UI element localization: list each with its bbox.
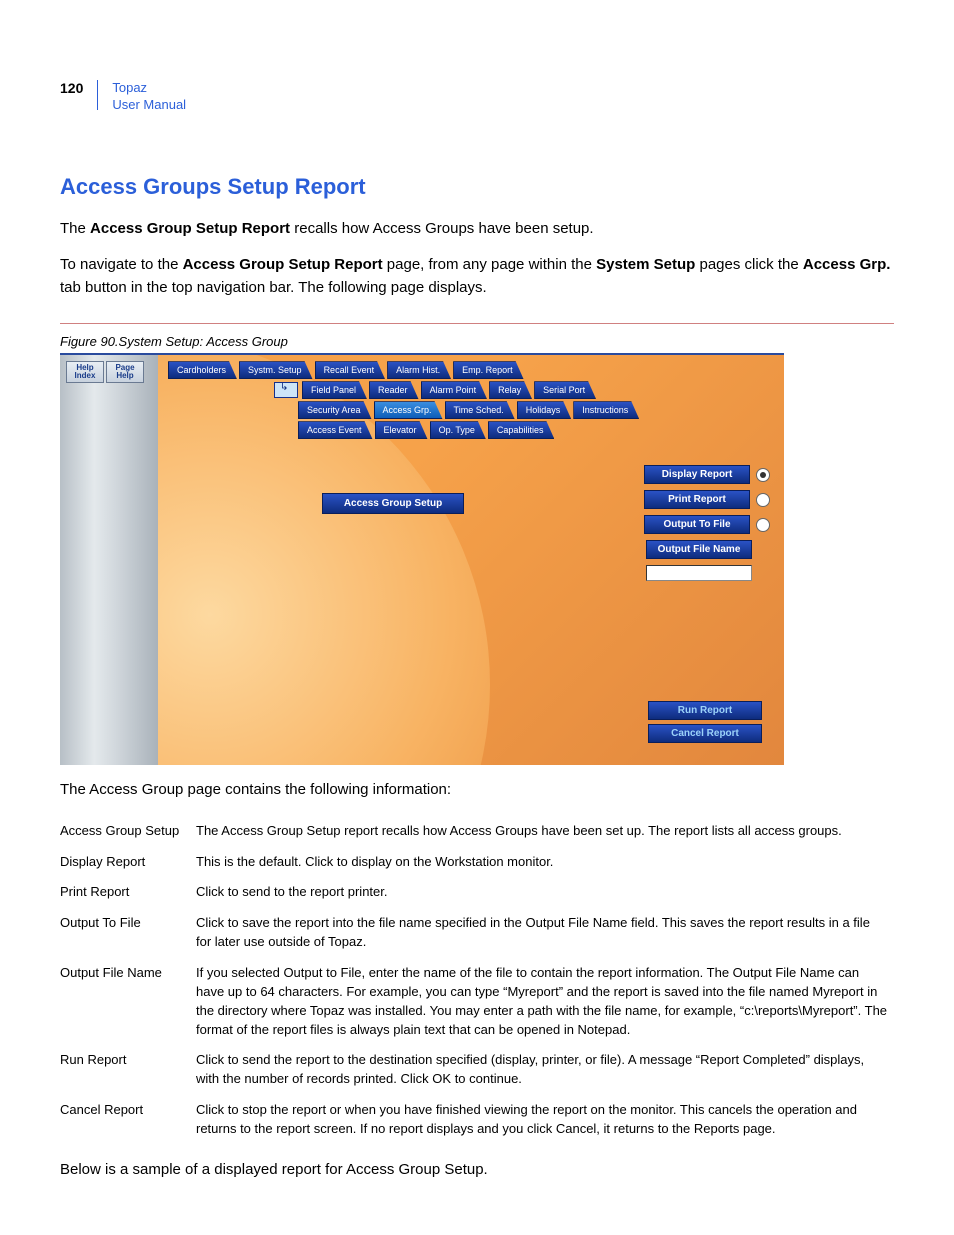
table-row: Output File Name If you selected Output … <box>60 958 894 1045</box>
output-file-name-input[interactable] <box>646 565 752 581</box>
tab-time-sched[interactable]: Time Sched. <box>445 401 515 419</box>
tab-serial-port[interactable]: Serial Port <box>534 381 596 399</box>
nav-row-4: Access Event Elevator Op. Type Capabilit… <box>298 421 641 439</box>
cancel-report-button[interactable]: Cancel Report <box>648 724 762 743</box>
doc-title-line2: User Manual <box>112 97 186 112</box>
table-row: Access Group Setup The Access Group Setu… <box>60 816 894 847</box>
table-row: Cancel Report Click to stop the report o… <box>60 1095 894 1145</box>
def-desc: This is the default. Click to display on… <box>196 847 894 878</box>
def-term: Output To File <box>60 908 196 958</box>
figure-divider <box>60 323 894 324</box>
output-to-file-radio[interactable] <box>756 518 770 532</box>
output-file-name-row: Output File Name <box>638 540 770 559</box>
help-index-button[interactable]: Help Index <box>66 361 104 383</box>
tab-emp-report[interactable]: Emp. Report <box>453 361 524 379</box>
tab-alarm-hist[interactable]: Alarm Hist. <box>387 361 451 379</box>
table-row: Print Report Click to send to the report… <box>60 877 894 908</box>
closing-text: Below is a sample of a displayed report … <box>60 1159 894 1182</box>
action-buttons: Run Report Cancel Report <box>648 701 760 747</box>
display-report-row: Display Report <box>638 465 770 484</box>
tab-relay[interactable]: Relay <box>489 381 532 399</box>
table-row: Display Report This is the default. Clic… <box>60 847 894 878</box>
def-term: Cancel Report <box>60 1095 196 1145</box>
report-options-panel: Display Report Print Report Output To Fi… <box>638 465 770 581</box>
tab-security-area[interactable]: Security Area <box>298 401 372 419</box>
def-term: Display Report <box>60 847 196 878</box>
print-report-row: Print Report <box>638 490 770 509</box>
header-divider <box>97 80 98 110</box>
tab-op-type[interactable]: Op. Type <box>430 421 486 439</box>
def-desc: Click to send to the report printer. <box>196 877 894 908</box>
def-desc: Click to stop the report or when you hav… <box>196 1095 894 1145</box>
output-file-name-label: Output File Name <box>646 540 752 559</box>
def-term: Print Report <box>60 877 196 908</box>
nav-row-1: Cardholders Systm. Setup Recall Event Al… <box>168 361 641 379</box>
doc-title: Topaz User Manual <box>112 80 186 114</box>
def-term: Run Report <box>60 1045 196 1095</box>
tab-reader[interactable]: Reader <box>369 381 419 399</box>
display-report-button[interactable]: Display Report <box>644 465 750 484</box>
def-desc: Click to send the report to the destinat… <box>196 1045 894 1095</box>
after-figure-text: The Access Group page contains the follo… <box>60 779 894 802</box>
def-desc: If you selected Output to File, enter th… <box>196 958 894 1045</box>
page-header: 120 Topaz User Manual <box>60 80 894 114</box>
display-report-radio[interactable] <box>756 468 770 482</box>
tab-cardholders[interactable]: Cardholders <box>168 361 237 379</box>
page-number: 120 <box>60 80 83 96</box>
tab-access-grp[interactable]: Access Grp. <box>374 401 443 419</box>
def-desc: Click to save the report into the file n… <box>196 908 894 958</box>
doc-title-line1: Topaz <box>112 80 147 95</box>
tab-field-panel[interactable]: Field Panel <box>302 381 367 399</box>
access-group-setup-label: Access Group Setup <box>322 493 464 514</box>
figure-screenshot: Help Index Page Help Cardholders Systm. … <box>60 353 784 765</box>
definitions-table: Access Group Setup The Access Group Setu… <box>60 816 894 1145</box>
output-to-file-button[interactable]: Output To File <box>644 515 750 534</box>
tab-instructions[interactable]: Instructions <box>573 401 639 419</box>
tab-holidays[interactable]: Holidays <box>517 401 572 419</box>
print-report-button[interactable]: Print Report <box>644 490 750 509</box>
section-title: Access Groups Setup Report <box>60 174 894 200</box>
print-report-radio[interactable] <box>756 493 770 507</box>
help-buttons: Help Index Page Help <box>66 361 144 383</box>
tab-alarm-point[interactable]: Alarm Point <box>421 381 488 399</box>
tab-access-event[interactable]: Access Event <box>298 421 373 439</box>
nav-row-3: Security Area Access Grp. Time Sched. Ho… <box>298 401 641 419</box>
def-desc: The Access Group Setup report recalls ho… <box>196 816 894 847</box>
run-report-button[interactable]: Run Report <box>648 701 762 720</box>
nav-paragraph: To navigate to the Access Group Setup Re… <box>60 254 894 299</box>
nav-arrow-icon <box>274 382 298 398</box>
intro-paragraph: The Access Group Setup Report recalls ho… <box>60 218 894 241</box>
tab-recall-event[interactable]: Recall Event <box>315 361 386 379</box>
def-term: Output File Name <box>60 958 196 1045</box>
tab-capabilities[interactable]: Capabilities <box>488 421 555 439</box>
table-row: Output To File Click to save the report … <box>60 908 894 958</box>
output-to-file-row: Output To File <box>638 515 770 534</box>
nav-tabs: Cardholders Systm. Setup Recall Event Al… <box>168 361 641 441</box>
def-term: Access Group Setup <box>60 816 196 847</box>
tab-systm-setup[interactable]: Systm. Setup <box>239 361 313 379</box>
table-row: Run Report Click to send the report to t… <box>60 1045 894 1095</box>
page-help-button[interactable]: Page Help <box>106 361 144 383</box>
tab-elevator[interactable]: Elevator <box>375 421 428 439</box>
figure-caption: Figure 90.System Setup: Access Group <box>60 334 894 349</box>
left-metal-band <box>60 355 158 765</box>
nav-row-2: Field Panel Reader Alarm Point Relay Ser… <box>274 381 641 399</box>
